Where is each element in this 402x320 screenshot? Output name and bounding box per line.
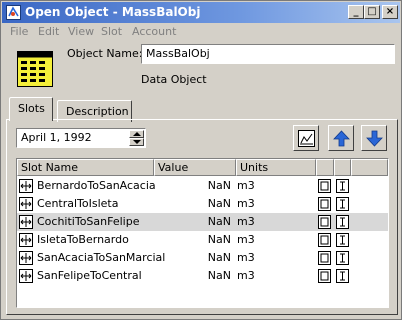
close-button[interactable]: × [382,5,398,19]
open-object-window: Open Object - MassBalObj _ □ × File Edit… [0,0,402,320]
object-name-field[interactable]: MassBalObj [141,44,395,64]
minimize-button[interactable]: _ [348,5,364,19]
data-object-icon [17,51,53,87]
menu-account[interactable]: Account [132,25,176,38]
menu-slot[interactable]: Slot [101,25,122,38]
tab-slots[interactable]: Slots [9,97,53,121]
menu-bar: File Edit View Slot Account [2,23,400,41]
title-bar[interactable]: Open Object - MassBalObj _ □ × [2,2,400,23]
slots-tab-panel [6,119,398,315]
menu-view[interactable]: View [68,25,94,38]
maximize-button[interactable]: □ [364,5,380,19]
app-icon [6,5,21,20]
object-type-label: Data Object [141,73,207,86]
menu-edit[interactable]: Edit [38,25,59,38]
window-title: Open Object - MassBalObj [25,5,201,19]
menu-file[interactable]: File [10,25,28,38]
object-name-label: Object Name: [67,47,143,60]
